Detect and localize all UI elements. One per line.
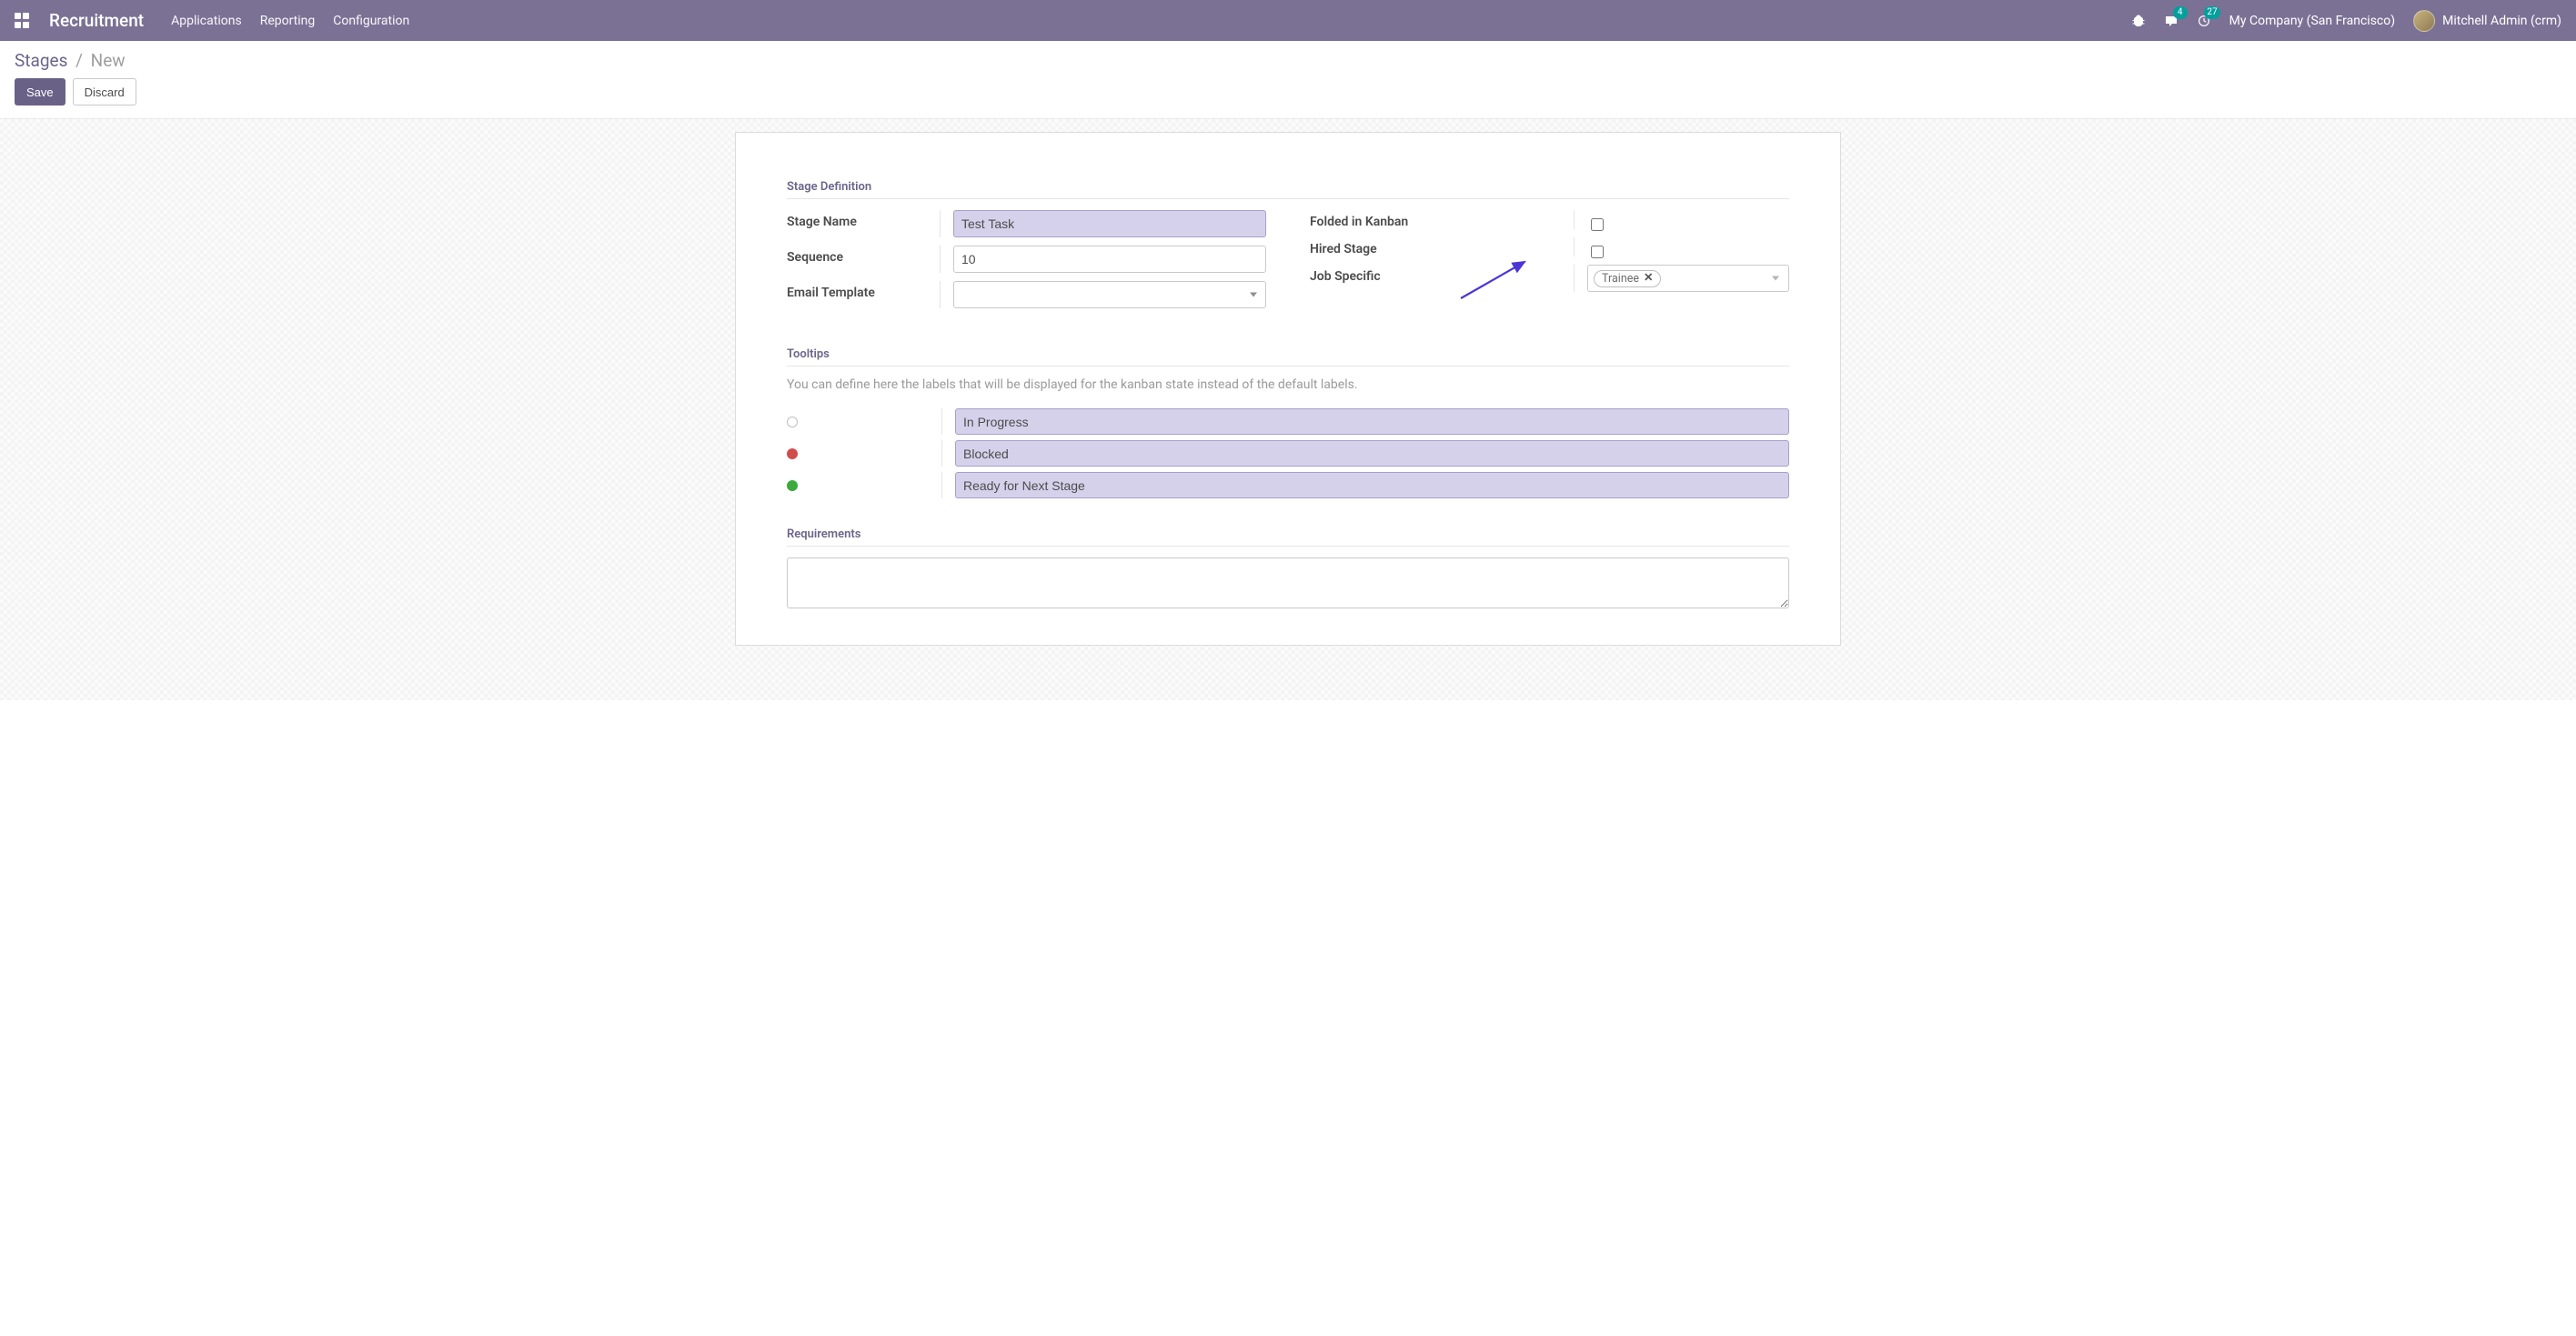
label-folded: Folded in Kanban [1310,210,1574,229]
messages-badge: 4 [2173,6,2188,19]
state-dot-normal [787,417,798,427]
breadcrumb-current: New [91,50,126,71]
top-navbar: Recruitment Applications Reporting Confi… [0,0,2576,41]
apps-icon[interactable] [15,13,31,29]
messages-icon[interactable]: 4 [2164,14,2179,28]
nav-configuration[interactable]: Configuration [333,14,409,28]
stage-name-input[interactable] [953,210,1266,237]
section-requirements: Requirements [787,527,1789,541]
job-specific-tags[interactable]: Trainee ✕ [1587,265,1789,292]
hired-checkbox[interactable] [1591,246,1604,258]
brand-title[interactable]: Recruitment [49,10,144,31]
user-name: Mitchell Admin (crm) [2442,14,2561,28]
requirements-textarea[interactable] [787,558,1789,608]
state-blocked-input[interactable] [955,440,1789,467]
save-button[interactable]: Save [15,78,65,105]
company-selector[interactable]: My Company (San Francisco) [2229,14,2395,28]
tag-trainee: Trainee ✕ [1594,270,1661,287]
content-area: Stage Definition Stage Name Sequence [0,119,2576,700]
bug-icon[interactable] [2131,14,2146,28]
form-sheet: Stage Definition Stage Name Sequence [735,132,1841,646]
breadcrumb-parent[interactable]: Stages [15,50,67,71]
activities-icon[interactable]: 27 [2197,14,2211,28]
nav-applications[interactable]: Applications [171,14,242,28]
state-dot-blocked [787,448,798,459]
tag-remove-icon[interactable]: ✕ [1644,273,1653,285]
section-stage-definition: Stage Definition [787,180,1789,194]
state-dot-done [787,480,798,491]
label-hired: Hired Stage [1310,237,1574,256]
activities-badge: 27 [2204,6,2219,19]
user-menu[interactable]: Mitchell Admin (crm) [2413,10,2561,32]
label-sequence: Sequence [787,246,940,265]
state-done-input[interactable] [955,472,1789,498]
discard-button[interactable]: Discard [73,78,136,105]
label-email-template: Email Template [787,281,940,300]
section-tooltips: Tooltips [787,347,1789,361]
label-job-specific: Job Specific [1310,265,1574,284]
nav-reporting[interactable]: Reporting [260,14,316,28]
folded-checkbox[interactable] [1591,218,1604,231]
breadcrumb: Stages / New [15,50,2561,71]
avatar [2413,10,2435,32]
control-bar: Stages / New Save Discard [0,41,2576,119]
state-normal-input[interactable] [955,408,1789,435]
tooltips-help: You can define here the labels that will… [787,377,1789,392]
email-template-select[interactable] [953,281,1266,308]
sequence-input[interactable] [953,246,1266,273]
label-stage-name: Stage Name [787,210,940,229]
